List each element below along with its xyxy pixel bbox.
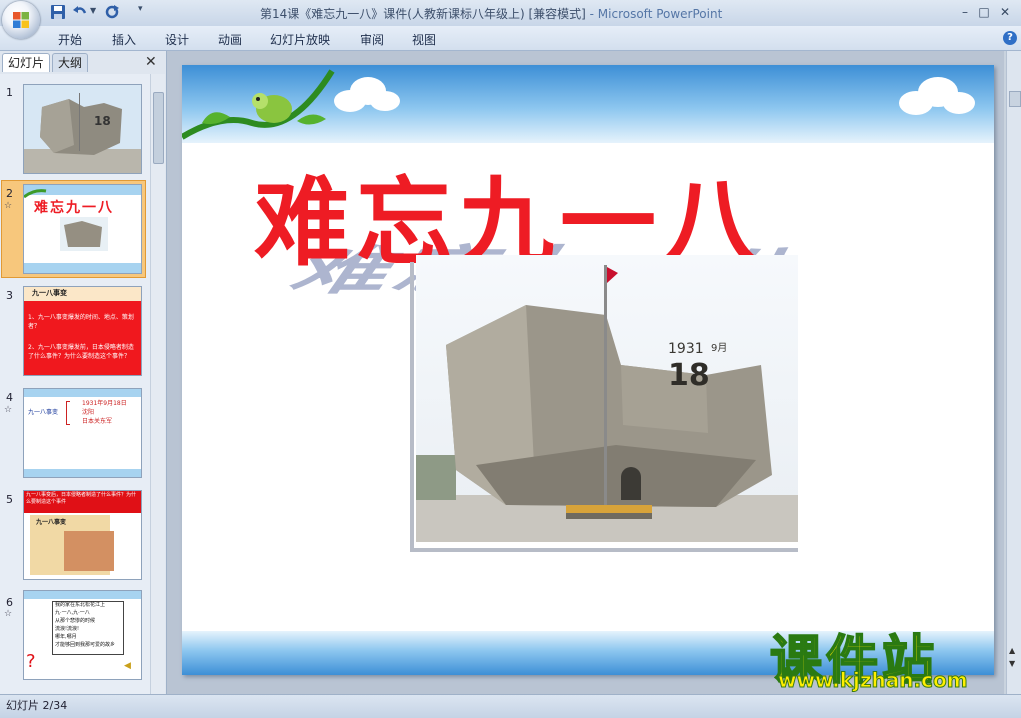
slide-counter: 幻灯片 2/34 xyxy=(6,699,68,712)
tab-animations[interactable]: 动画 xyxy=(218,31,242,48)
tab-view[interactable]: 视图 xyxy=(412,31,436,48)
undo-icon[interactable] xyxy=(72,4,88,20)
thumb-text: 流浪!流浪! xyxy=(55,626,80,632)
thumb-text: 日本关东军 xyxy=(82,418,113,425)
undo-dropdown-icon[interactable]: ▼ xyxy=(90,6,96,15)
thumb-text: 沈阳 xyxy=(82,409,95,416)
svg-text:18: 18 xyxy=(94,114,111,128)
tab-insert[interactable]: 插入 xyxy=(112,31,136,48)
question-mark-icon: ? xyxy=(26,651,36,672)
tab-design[interactable]: 设计 xyxy=(165,31,189,48)
thumb-text: 1931年9月18日 xyxy=(82,400,127,407)
vine-snail-decoration-icon xyxy=(182,69,335,140)
animation-star-icon: ☆ xyxy=(4,609,13,619)
tab-outline[interactable]: 大纲 xyxy=(52,53,89,72)
slide-thumbnail[interactable]: 九一八事变 1、九一八事变爆发的时间、地点、策划者？ 2、九一八事变爆发前，日本… xyxy=(23,286,142,376)
tab-slides[interactable]: 幻灯片 xyxy=(2,53,51,72)
office-logo-icon xyxy=(13,12,29,28)
thumb-text: 我的家在东北松花江上 xyxy=(55,602,106,608)
thumb-text: 九一八事变 xyxy=(28,409,59,416)
thumb-text: 哪年,哪月 xyxy=(55,634,77,640)
app-name: - Microsoft PowerPoint xyxy=(585,7,723,21)
slide-thumbnail[interactable]: 我的家在东北松花江上 九·一八,九·一八 从那个悲惨的时候 流浪!流浪! 哪年,… xyxy=(23,590,142,680)
ribbon-tab-bar xyxy=(0,26,1021,51)
thumb-heading: 九一八事变 xyxy=(36,519,67,526)
slide-number: 2 xyxy=(6,187,13,200)
animation-star-icon: ☆ xyxy=(4,201,13,211)
thumb-heading: 九一八事变 xyxy=(32,289,67,297)
tab-home[interactable]: 开始 xyxy=(58,31,82,48)
slide-number: 6 xyxy=(6,596,13,609)
slide-number: 3 xyxy=(6,289,13,302)
animation-star-icon: ☆ xyxy=(4,405,13,415)
thumb-text: 从那个悲惨的时候 xyxy=(55,618,96,624)
speaker-icon: ◀ xyxy=(124,661,131,671)
slide-scrollbar[interactable]: ▲ ▼ xyxy=(1006,51,1021,694)
tab-review[interactable]: 审阅 xyxy=(360,31,384,48)
thumb-title: 难忘九一八 xyxy=(34,200,114,216)
thumb-text: 2、九一八事变爆发前，日本侵略者制造了什么事件？为什么要制造这个事件？ xyxy=(28,344,134,360)
slide-thumbnail[interactable]: 18 xyxy=(23,84,142,174)
save-icon[interactable] xyxy=(50,4,66,20)
scroll-thumb[interactable] xyxy=(1009,91,1021,107)
close-button[interactable]: ✕ xyxy=(996,4,1014,20)
thumb-text: 1、九一八事变爆发的时间、地点、策划者？ xyxy=(28,314,134,330)
slide-canvas[interactable]: 难忘九一八 难忘九一八 1931 18 9月 xyxy=(182,65,994,675)
prev-slide-icon[interactable]: ▲ xyxy=(1009,646,1015,655)
window-title: 第14课《难忘九一八》课件(人教新课标八年级上) [兼容模式] - Micros… xyxy=(260,5,722,22)
redo-icon[interactable] xyxy=(104,4,120,20)
watermark-url: www.kjzhan.com xyxy=(778,668,969,693)
office-button[interactable] xyxy=(2,1,40,39)
help-icon[interactable]: ? xyxy=(1003,31,1017,45)
slide-number: 1 xyxy=(6,86,13,99)
monument-photo-thumb: 18 xyxy=(24,85,141,173)
thumb-text: 九·一八,九·一八 xyxy=(55,610,90,616)
slide-thumbnail-selected[interactable]: 难忘九一八 xyxy=(23,184,142,274)
customize-qat-icon[interactable]: ▾ xyxy=(138,4,143,14)
minimize-button[interactable]: – xyxy=(956,4,974,20)
thumb-text: 九一八事变后，日本侵略者制造了什么事件？为什么要制造这个事件 xyxy=(26,492,137,505)
scroll-down-icon[interactable]: ▼ xyxy=(1009,659,1015,668)
maximize-button[interactable]: □ xyxy=(975,4,993,20)
slide-thumbnail[interactable]: 九一八事变后，日本侵略者制造了什么事件？为什么要制造这个事件 九一八事变 xyxy=(23,490,142,580)
monument-month: 9月 xyxy=(711,342,727,354)
slide-thumbnail[interactable]: 九一八事变 1931年9月18日 沈阳 日本关东军 xyxy=(23,388,142,478)
thumbnail-scrollbar[interactable] xyxy=(150,74,165,694)
slide-number: 5 xyxy=(6,493,13,506)
monument-photo[interactable]: 1931 18 9月 xyxy=(416,255,798,542)
slide-number: 4 xyxy=(6,391,13,404)
panel-close-icon[interactable]: ✕ xyxy=(145,54,157,70)
monument-number: 18 xyxy=(668,358,710,393)
status-bar xyxy=(0,694,1021,718)
document-title: 第14课《难忘九一八》课件(人教新课标八年级上) [兼容模式] xyxy=(260,7,586,21)
monument-year: 1931 xyxy=(668,341,704,357)
tab-slideshow[interactable]: 幻灯片放映 xyxy=(270,31,330,48)
thumb-text: 才能够回到我那可爱的故乡 xyxy=(55,642,116,648)
cloud-icon xyxy=(899,77,975,115)
